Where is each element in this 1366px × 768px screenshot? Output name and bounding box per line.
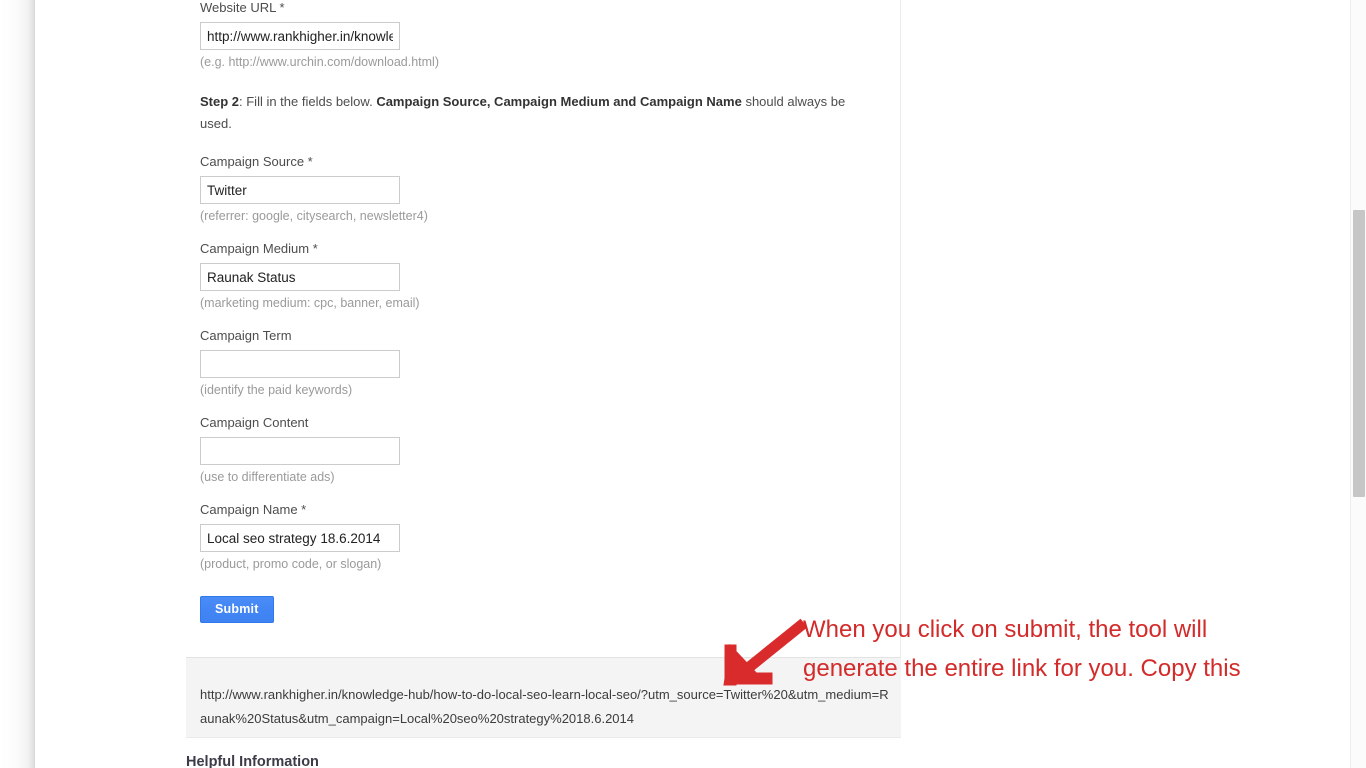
campaign-name-input[interactable] xyxy=(200,524,400,552)
field-campaign-name: Campaign Name * (product, promo code, or… xyxy=(200,502,890,572)
submit-row: Submit xyxy=(200,596,890,623)
field-website-url: Website URL * (e.g. http://www.urchin.co… xyxy=(200,0,890,70)
generated-url-box[interactable]: http://www.rankhigher.in/knowledge-hub/h… xyxy=(186,658,901,738)
step2-required-fields: Campaign Source, Campaign Medium and Cam… xyxy=(376,94,742,109)
field-campaign-content: Campaign Content (use to differentiate a… xyxy=(200,415,890,485)
field-campaign-term: Campaign Term (identify the paid keyword… xyxy=(200,328,890,398)
campaign-name-label: Campaign Name * xyxy=(200,502,307,517)
annotation-line-1: When you click on submit, the tool will xyxy=(803,616,1208,643)
generated-url-text[interactable]: http://www.rankhigher.in/knowledge-hub/h… xyxy=(200,683,890,731)
annotation-text: When you click on submit, the tool will … xyxy=(803,610,1363,688)
website-url-input[interactable] xyxy=(200,22,400,50)
campaign-term-input[interactable] xyxy=(200,350,400,378)
helpful-information-heading: Helpful Information xyxy=(186,754,319,768)
campaign-name-hint: (product, promo code, or slogan) xyxy=(200,557,382,571)
campaign-medium-label: Campaign Medium * xyxy=(200,241,318,256)
browser-viewport: Website URL * (e.g. http://www.urchin.co… xyxy=(0,0,1366,768)
page-scrollbar-track[interactable] xyxy=(1350,0,1366,768)
submit-button[interactable]: Submit xyxy=(200,596,274,623)
field-campaign-medium: Campaign Medium * (marketing medium: cpc… xyxy=(200,241,890,311)
page-scrollbar-thumb[interactable] xyxy=(1353,210,1365,497)
page-left-gutter xyxy=(0,0,35,768)
campaign-content-hint: (use to differentiate ads) xyxy=(200,470,335,484)
campaign-source-input[interactable] xyxy=(200,176,400,204)
website-url-label: Website URL * xyxy=(200,0,285,15)
step2-text-a: : Fill in the fields below. xyxy=(239,94,377,109)
step2-instructions: Step 2: Fill in the fields below. Campai… xyxy=(200,91,872,135)
campaign-medium-hint: (marketing medium: cpc, banner, email) xyxy=(200,296,420,310)
utm-builder-form-panel: Website URL * (e.g. http://www.urchin.co… xyxy=(186,0,901,658)
website-url-hint: (e.g. http://www.urchin.com/download.htm… xyxy=(200,55,439,69)
campaign-medium-input[interactable] xyxy=(200,263,400,291)
field-campaign-source: Campaign Source * (referrer: google, cit… xyxy=(200,154,890,224)
campaign-term-hint: (identify the paid keywords) xyxy=(200,383,353,397)
step2-label: Step 2 xyxy=(200,94,240,109)
campaign-content-label: Campaign Content xyxy=(200,415,309,430)
campaign-content-input[interactable] xyxy=(200,437,400,465)
campaign-source-hint: (referrer: google, citysearch, newslette… xyxy=(200,209,428,223)
annotation-line-2: generate the entire link for you. Copy t… xyxy=(803,655,1241,682)
campaign-source-label: Campaign Source * xyxy=(200,154,313,169)
campaign-term-label: Campaign Term xyxy=(200,328,292,343)
